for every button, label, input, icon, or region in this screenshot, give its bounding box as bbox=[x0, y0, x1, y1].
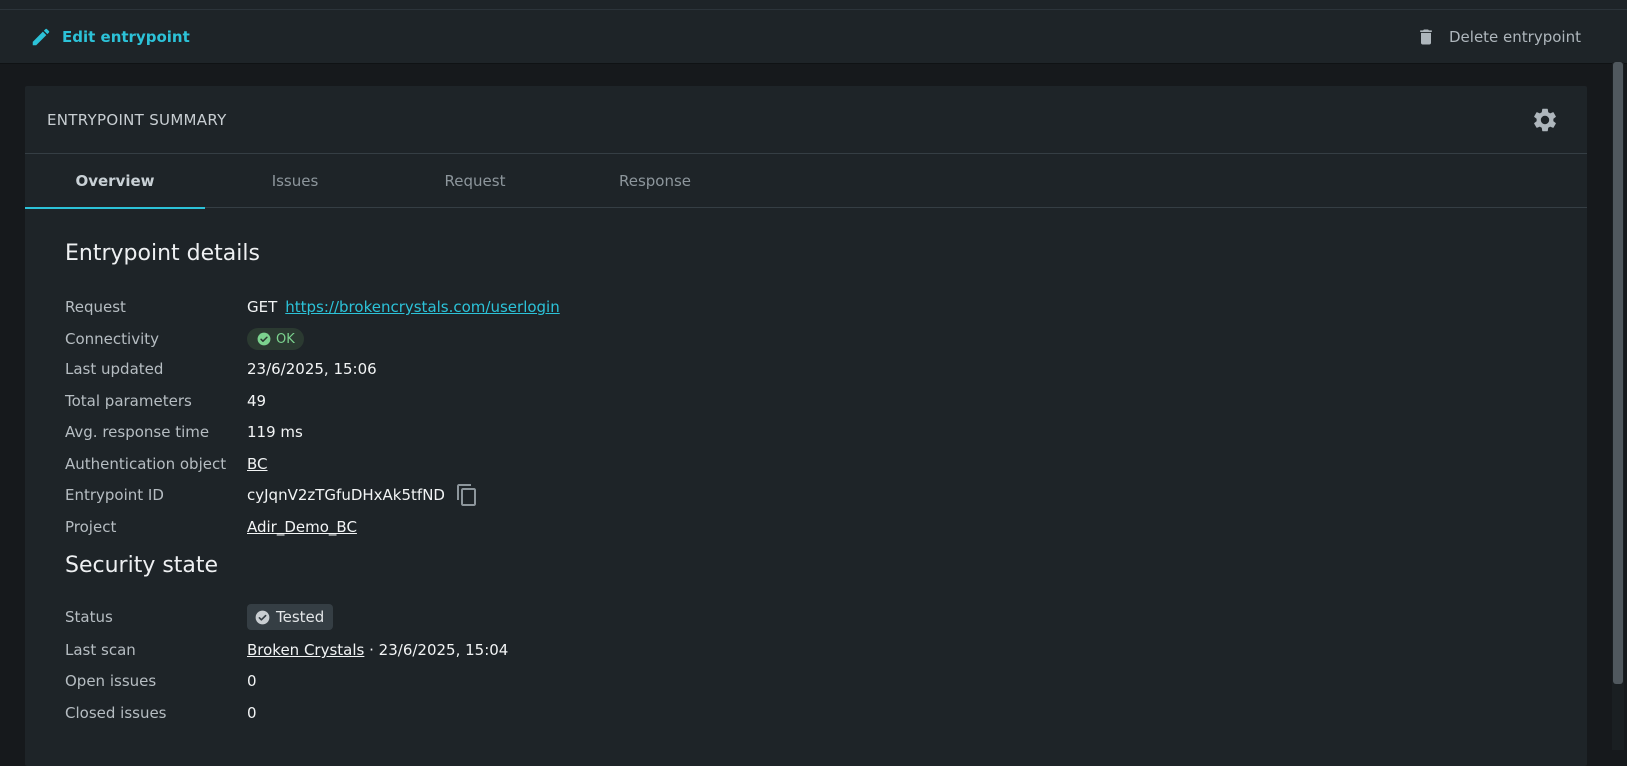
entrypoint-id-row: Entrypoint ID cyJqnV2zTGfuDHxAk5tfND bbox=[65, 484, 479, 506]
gear-icon[interactable] bbox=[1531, 106, 1559, 134]
auth-object-row: Authentication object BC bbox=[65, 453, 268, 475]
open-issues-value: 0 bbox=[247, 672, 257, 690]
last-scan-link[interactable]: Broken Crystals bbox=[247, 641, 364, 659]
security-state-title: Security state bbox=[65, 553, 219, 578]
entrypoint-details-title: Entrypoint details bbox=[65, 241, 260, 266]
tab-overview[interactable]: Overview bbox=[25, 154, 205, 209]
project-label: Project bbox=[65, 518, 117, 536]
last-scan-row: Last scan Broken Crystals · 23/6/2025, 1… bbox=[65, 639, 508, 661]
card-header: ENTRYPOINT SUMMARY bbox=[25, 86, 1587, 154]
check-circle-icon bbox=[257, 332, 271, 346]
request-url-link[interactable]: https://brokencrystals.com/userlogin bbox=[285, 298, 559, 316]
connectivity-row: Connectivity OK bbox=[65, 328, 304, 350]
last-scan-label: Last scan bbox=[65, 641, 136, 659]
delete-entrypoint-button[interactable]: Delete entrypoint bbox=[1416, 10, 1581, 64]
edit-entrypoint-button[interactable]: Edit entrypoint bbox=[30, 10, 190, 64]
top-strip bbox=[0, 0, 1627, 10]
auth-object-label: Authentication object bbox=[65, 455, 227, 473]
tab-request[interactable]: Request bbox=[385, 154, 565, 208]
open-issues-row: Open issues 0 bbox=[65, 670, 257, 692]
last-scan-separator: · bbox=[364, 641, 379, 659]
connectivity-value: OK bbox=[276, 331, 295, 347]
connectivity-badge: OK bbox=[247, 328, 304, 350]
status-row: Status Tested bbox=[65, 604, 334, 630]
total-parameters-value: 49 bbox=[247, 392, 267, 410]
request-label: Request bbox=[65, 298, 126, 316]
last-updated-value: 23/6/2025, 15:06 bbox=[247, 360, 377, 378]
avg-response-value: 119 ms bbox=[247, 423, 303, 441]
status-badge: Tested bbox=[247, 604, 334, 630]
copy-icon[interactable] bbox=[455, 482, 479, 508]
status-label: Status bbox=[65, 608, 113, 626]
project-link[interactable]: Adir_Demo_BC bbox=[247, 518, 357, 536]
check-circle-icon bbox=[255, 610, 270, 624]
last-scan-date: 23/6/2025, 15:04 bbox=[378, 641, 509, 659]
status-value: Tested bbox=[276, 608, 325, 626]
tab-issues[interactable]: Issues bbox=[205, 154, 385, 208]
edit-entrypoint-label: Edit entrypoint bbox=[62, 28, 190, 46]
total-parameters-row: Total parameters 49 bbox=[65, 390, 266, 412]
auth-object-link[interactable]: BC bbox=[247, 455, 268, 473]
avg-response-row: Avg. response time 119 ms bbox=[65, 421, 303, 443]
last-updated-label: Last updated bbox=[65, 360, 164, 378]
vertical-scrollbar[interactable] bbox=[1612, 62, 1624, 750]
closed-issues-value: 0 bbox=[247, 704, 257, 722]
scrollbar-thumb[interactable] bbox=[1613, 62, 1623, 684]
request-method: GET bbox=[247, 298, 278, 316]
request-row: Request GET https://brokencrystals.com/u… bbox=[65, 296, 560, 318]
avg-response-label: Avg. response time bbox=[65, 423, 210, 441]
entrypoint-id-label: Entrypoint ID bbox=[65, 486, 164, 504]
tab-response[interactable]: Response bbox=[565, 154, 745, 208]
delete-entrypoint-label: Delete entrypoint bbox=[1449, 28, 1581, 46]
pencil-icon bbox=[32, 28, 50, 46]
connectivity-label: Connectivity bbox=[65, 330, 159, 348]
trash-icon bbox=[1420, 29, 1432, 45]
total-parameters-label: Total parameters bbox=[65, 392, 192, 410]
entrypoint-id-value: cyJqnV2zTGfuDHxAk5tfND bbox=[247, 486, 445, 504]
entrypoint-summary-card: ENTRYPOINT SUMMARY Overview Issues Reque… bbox=[25, 86, 1587, 766]
closed-issues-row: Closed issues 0 bbox=[65, 702, 257, 724]
card-title: ENTRYPOINT SUMMARY bbox=[47, 111, 227, 129]
project-row: Project Adir_Demo_BC bbox=[65, 516, 357, 538]
toolbar: Edit entrypoint Delete entrypoint bbox=[0, 10, 1627, 64]
closed-issues-label: Closed issues bbox=[65, 704, 167, 722]
open-issues-label: Open issues bbox=[65, 672, 157, 690]
tab-bar: Overview Issues Request Response bbox=[25, 154, 1587, 209]
last-updated-row: Last updated 23/6/2025, 15:06 bbox=[65, 358, 377, 380]
